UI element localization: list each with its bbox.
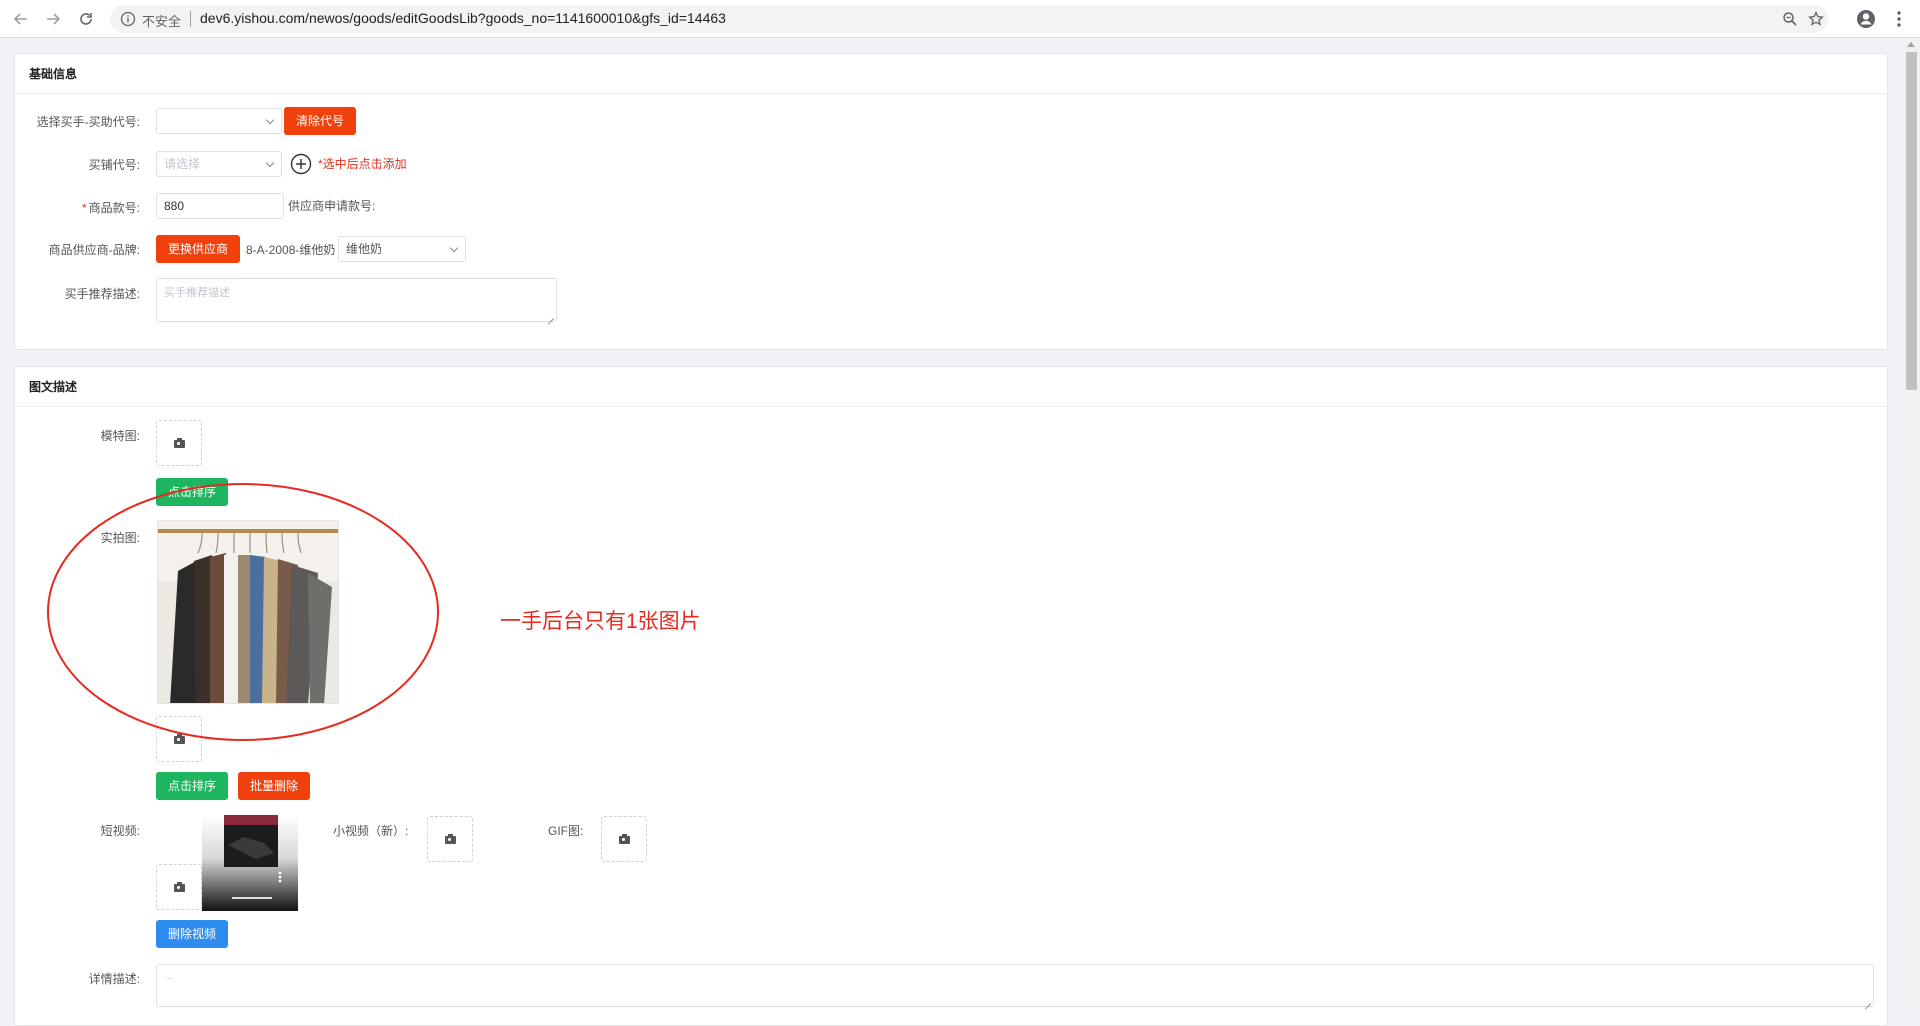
item-no-input[interactable]: 880 [156,193,284,219]
zoom-icon[interactable] [1782,11,1798,27]
gif-upload[interactable] [601,816,647,862]
supplier-value: 8-A-2008-维他奶 [246,243,336,257]
forward-arrow-icon [47,13,61,25]
delete-video-button[interactable]: 删除视频 [156,920,229,948]
chevron-down-icon [449,243,459,253]
resize-handle-icon[interactable] [1863,996,1871,1004]
annotation-text: 一手后台只有1张图片 [500,610,701,633]
model-img-upload[interactable] [156,420,202,466]
forward-button[interactable] [42,8,64,30]
scrollbar-thumb[interactable] [1906,52,1917,390]
back-button[interactable] [10,8,32,30]
shop-code-placeholder: 请选择 [164,157,201,171]
camera-icon [619,834,630,844]
url-text[interactable]: dev6.yishou.com/newos/goods/editGoodsLib… [200,10,726,26]
detail-desc-label: 详情描述: [88,972,140,986]
shop-code-hint: *选中后点击添加 [318,157,407,171]
address-bar[interactable]: 不安全 dev6.yishou.com/newos/goods/editGood… [110,5,1828,33]
add-circle-icon[interactable] [290,153,312,175]
buyer-desc-placeholder: 买手推荐描述 [164,287,230,299]
buyer-code-select[interactable] [156,108,282,134]
omnibox-divider [190,11,191,27]
item-no-label-text: 商品款号: [88,201,140,215]
short-video-thumbnail[interactable] [202,815,298,911]
reload-icon [80,13,92,25]
video-preview-image [202,815,298,911]
item-no-label: * 商品款号: [12,199,140,216]
bookmark-star-icon[interactable] [1808,11,1824,27]
back-arrow-icon [13,13,27,25]
profile-avatar-icon[interactable] [1856,9,1876,29]
shop-code-select[interactable]: 请选择 [156,151,282,177]
model-img-label: 模特图: [100,429,140,443]
small-video-label: 小视频（新）: [333,824,409,838]
scroll-up-arrow-icon[interactable] [1907,42,1915,47]
change-supplier-button[interactable]: 更换供应商 [156,235,241,263]
camera-icon [445,834,456,844]
real-sort-button[interactable]: 点击排序 [156,772,229,800]
small-video-upload[interactable] [427,816,473,862]
supplier-label: 商品供应商-品牌: [48,243,140,257]
annotation-ellipse [47,483,439,741]
required-asterisk: * [81,201,87,215]
camera-icon [174,882,185,892]
gif-label: GIF图: [548,824,584,838]
basic-info-title: 基础信息 [15,54,1887,94]
short-video-label: 短视频: [100,824,140,838]
detail-desc-textarea[interactable]: ... [156,964,1874,1007]
chevron-down-icon [265,158,275,168]
media-title: 图文描述 [15,367,1887,407]
chevron-down-icon [265,115,275,125]
page-scrollbar[interactable] [1903,38,1920,1007]
short-video-upload[interactable] [156,864,202,910]
brand-value: 维他奶 [346,242,383,256]
batch-delete-button[interactable]: 批量删除 [238,772,311,800]
kebab-menu-icon[interactable] [1896,10,1902,28]
clear-code-button[interactable]: 清除代号 [284,107,357,135]
supplier-no-label: 供应商申请款号: [288,199,376,213]
resize-handle-icon[interactable] [546,311,554,319]
buyer-code-label: 选择买手-买助代号: [36,115,140,129]
buyer-desc-textarea[interactable]: 买手推荐描述 [156,278,557,322]
insecure-label: 不安全 [142,14,182,29]
shop-code-label: 买铺代号: [88,158,140,172]
desc-label: 买手推荐描述: [64,287,140,301]
brand-select[interactable]: 维他奶 [338,236,466,262]
info-icon[interactable] [120,11,136,27]
browser-toolbar: 不安全 dev6.yishou.com/newos/goods/editGood… [0,0,1920,38]
reload-button[interactable] [75,8,97,30]
camera-icon [174,438,185,448]
detail-desc-placeholder: ... [164,970,174,982]
